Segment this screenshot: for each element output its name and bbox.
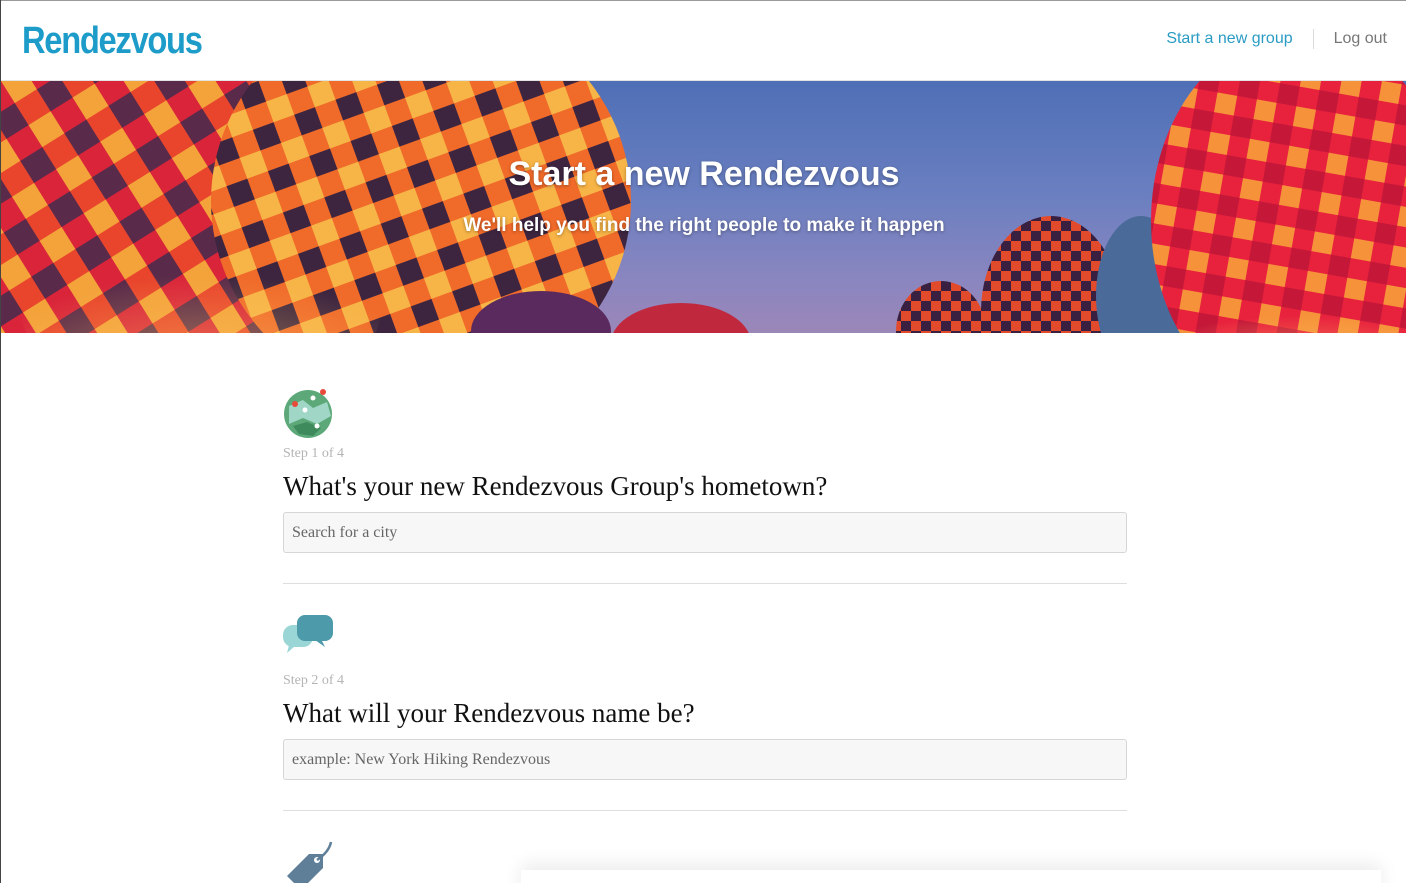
start-new-group-link[interactable]: Start a new group (1166, 30, 1292, 48)
hot-air-balloons-image (1, 81, 1406, 333)
nav-divider (1312, 29, 1314, 49)
step-hometown: Step 1 of 4 What's your new Rendezvous G… (283, 386, 1127, 553)
header-nav: Start a new group Log out (1166, 29, 1387, 49)
create-group-form: Step 1 of 4 What's your new Rendezvous G… (283, 386, 1127, 883)
chat-bubbles-icon (283, 615, 333, 653)
tag-icon (287, 841, 333, 883)
step-question: What will your Rendezvous name be? (283, 698, 695, 728)
group-name-input[interactable] (283, 739, 1127, 780)
hero-title: Start a new Rendezvous (508, 155, 900, 193)
site-logo[interactable]: Rendezvous (22, 17, 203, 65)
bottom-overlay-edge (521, 870, 1381, 883)
hero-banner: Start a new Rendezvous We'll help you fi… (1, 81, 1406, 333)
city-search-input[interactable] (283, 512, 1127, 553)
hero-subtitle: We'll help you find the right people to … (463, 215, 945, 236)
step-group-name: Step 2 of 4 What will your Rendezvous na… (283, 613, 1127, 780)
step-question: What's your new Rendezvous Group's homet… (283, 471, 828, 501)
logout-link[interactable]: Log out (1334, 30, 1387, 48)
globe-map-icon (284, 389, 332, 438)
section-divider (283, 810, 1127, 811)
step-count: Step 1 of 4 (283, 446, 345, 461)
top-header: Rendezvous Start a new group Log out (1, 0, 1406, 81)
section-divider (283, 583, 1127, 584)
step-count: Step 2 of 4 (283, 673, 345, 688)
